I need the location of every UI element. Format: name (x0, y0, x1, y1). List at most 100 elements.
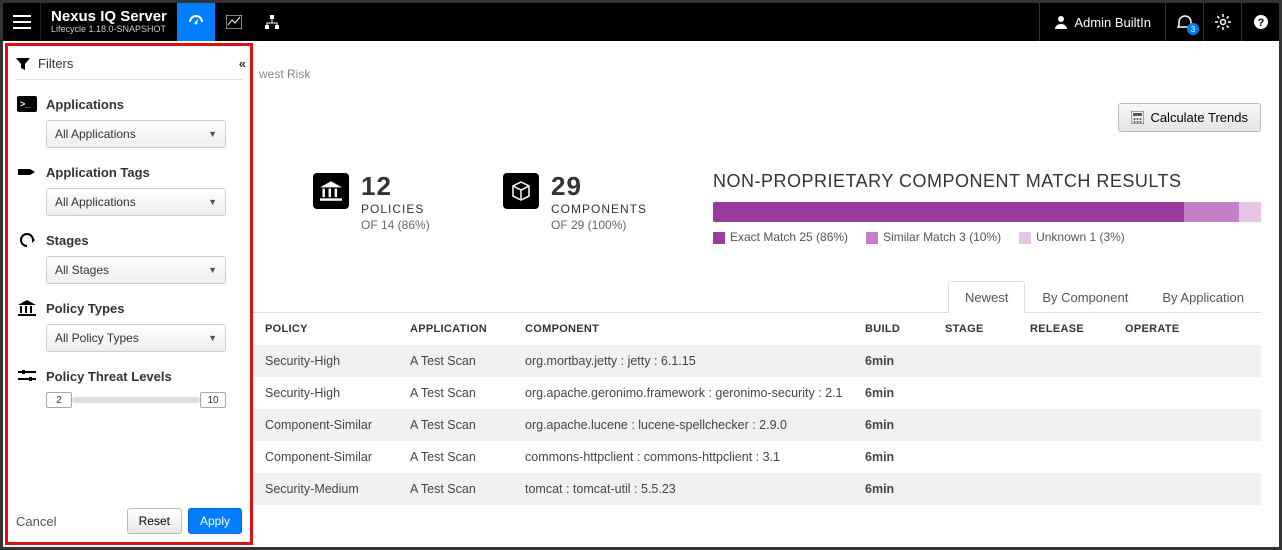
user-name: Admin BuiltIn (1074, 15, 1151, 30)
components-sub: OF 29 (100%) (551, 218, 647, 232)
cell-component: org.apache.geronimo.framework : geronimo… (525, 386, 865, 400)
table-row[interactable]: Component-SimilarA Test Scancommons-http… (253, 441, 1261, 473)
results-table: POLICY APPLICATION COMPONENT BUILD STAGE… (253, 313, 1261, 505)
reset-button[interactable]: Reset (127, 508, 182, 534)
notifications-icon[interactable]: 3 (1165, 3, 1203, 41)
cell-component: tomcat : tomcat-util : 5.5.23 (525, 482, 865, 496)
tab-newest[interactable]: Newest (948, 281, 1025, 313)
components-count: 29 (551, 171, 647, 202)
policies-label: POLICIES (361, 202, 430, 216)
svg-text:?: ? (1257, 17, 1264, 29)
legend-exact: Exact Match 25 (86%) (713, 230, 848, 244)
user-icon (1054, 15, 1068, 29)
cube-icon (503, 173, 539, 209)
main-content: west Risk Calculate Trends 12 POLICIES O… (253, 41, 1279, 547)
table-row[interactable]: Security-MediumA Test Scantomcat : tomca… (253, 473, 1261, 505)
threat-slider[interactable]: 2 10 (46, 392, 226, 408)
cell-application: A Test Scan (410, 386, 525, 400)
slider-track[interactable] (72, 397, 200, 403)
cell-build: 6min (865, 482, 945, 496)
policies-count: 12 (361, 171, 430, 202)
breadcrumb-fragment: west Risk (259, 67, 1261, 81)
apply-button[interactable]: Apply (188, 508, 242, 534)
slider-max-handle[interactable]: 10 (200, 392, 226, 408)
tag-icon (16, 162, 38, 182)
product-name: Nexus IQ Server (51, 9, 167, 26)
dashboard-icon[interactable] (177, 3, 215, 41)
col-stage: STAGE (945, 323, 1030, 335)
policy-types-dropdown[interactable]: All Policy Types▼ (46, 324, 226, 352)
cell-component: org.mortbay.jetty : jetty : 6.1.15 (525, 354, 865, 368)
match-results: NON-PROPRIETARY COMPONENT MATCH RESULTS … (713, 171, 1261, 244)
cell-policy: Component-Similar (265, 450, 410, 464)
legend-similar: Similar Match 3 (10%) (866, 230, 1001, 244)
cell-component: commons-httpclient : commons-httpclient … (525, 450, 865, 464)
cell-build: 6min (865, 450, 945, 464)
table-row[interactable]: Security-HighA Test Scanorg.mortbay.jett… (253, 345, 1261, 377)
cell-build: 6min (865, 386, 945, 400)
table-header: POLICY APPLICATION COMPONENT BUILD STAGE… (253, 313, 1261, 345)
components-stat: 29 COMPONENTS OF 29 (100%) (503, 171, 693, 244)
legend-unknown: Unknown 1 (3%) (1019, 230, 1125, 244)
collapse-icon[interactable]: « (239, 56, 242, 71)
applications-label: Applications (46, 97, 124, 112)
product-subtitle: Lifecycle 1.18.0-SNAPSHOT (51, 25, 167, 35)
svg-text:>_: >_ (20, 99, 31, 109)
cell-policy: Security-High (265, 386, 410, 400)
calculate-trends-button[interactable]: Calculate Trends (1118, 103, 1261, 132)
settings-icon[interactable] (1203, 3, 1241, 41)
user-menu[interactable]: Admin BuiltIn (1039, 3, 1165, 41)
filter-icon (16, 57, 30, 71)
app-tags-dropdown[interactable]: All Applications▼ (46, 188, 226, 216)
table-row[interactable]: Component-SimilarA Test Scanorg.apache.l… (253, 409, 1261, 441)
reports-icon[interactable] (215, 3, 253, 41)
sliders-icon (16, 366, 38, 386)
threat-label: Policy Threat Levels (46, 369, 172, 384)
menu-icon[interactable] (3, 3, 41, 41)
cycle-icon (16, 230, 38, 250)
top-bar: Nexus IQ Server Lifecycle 1.18.0-SNAPSHO… (3, 3, 1279, 41)
cell-application: A Test Scan (410, 450, 525, 464)
cell-build: 6min (865, 418, 945, 432)
cell-policy: Security-High (265, 354, 410, 368)
results-tabs: Newest By Component By Application (253, 280, 1261, 313)
app-tags-label: Application Tags (46, 165, 150, 180)
nav-icons (177, 3, 291, 41)
policies-stat: 12 POLICIES OF 14 (86%) (313, 171, 503, 244)
col-build: BUILD (865, 323, 945, 335)
stages-label: Stages (46, 233, 89, 248)
slider-min-handle[interactable]: 2 (46, 392, 72, 408)
calculator-icon (1131, 111, 1144, 124)
components-label: COMPONENTS (551, 202, 647, 216)
col-application: APPLICATION (410, 323, 525, 335)
match-title: NON-PROPRIETARY COMPONENT MATCH RESULTS (713, 171, 1261, 192)
terminal-icon: >_ (16, 94, 38, 114)
policies-sub: OF 14 (86%) (361, 218, 430, 232)
policy-types-label: Policy Types (46, 301, 125, 316)
filters-title: Filters (38, 56, 73, 71)
table-row[interactable]: Security-HighA Test Scanorg.apache.geron… (253, 377, 1261, 409)
applications-dropdown[interactable]: All Applications▼ (46, 120, 226, 148)
col-component: COMPONENT (525, 323, 865, 335)
stages-dropdown[interactable]: All Stages▼ (46, 256, 226, 284)
filters-panel: Filters « >_ Applications All Applicatio… (5, 43, 253, 545)
cell-component: org.apache.lucene : lucene-spellchecker … (525, 418, 865, 432)
tab-by-application[interactable]: By Application (1145, 281, 1261, 313)
match-seg-similar (1184, 202, 1239, 222)
cell-application: A Test Scan (410, 482, 525, 496)
org-icon[interactable] (253, 3, 291, 41)
match-seg-unknown (1239, 202, 1261, 222)
cell-application: A Test Scan (410, 354, 525, 368)
cell-policy: Component-Similar (265, 418, 410, 432)
bank-icon (313, 173, 349, 209)
match-bar (713, 202, 1261, 222)
tab-by-component[interactable]: By Component (1025, 281, 1145, 313)
notif-badge: 3 (1187, 23, 1199, 35)
cell-policy: Security-Medium (265, 482, 410, 496)
col-operate: OPERATE (1125, 323, 1210, 335)
cancel-link[interactable]: Cancel (16, 514, 56, 529)
bank-icon (16, 298, 38, 318)
help-icon[interactable]: ? (1241, 3, 1279, 41)
brand: Nexus IQ Server Lifecycle 1.18.0-SNAPSHO… (41, 9, 177, 35)
col-release: RELEASE (1030, 323, 1125, 335)
